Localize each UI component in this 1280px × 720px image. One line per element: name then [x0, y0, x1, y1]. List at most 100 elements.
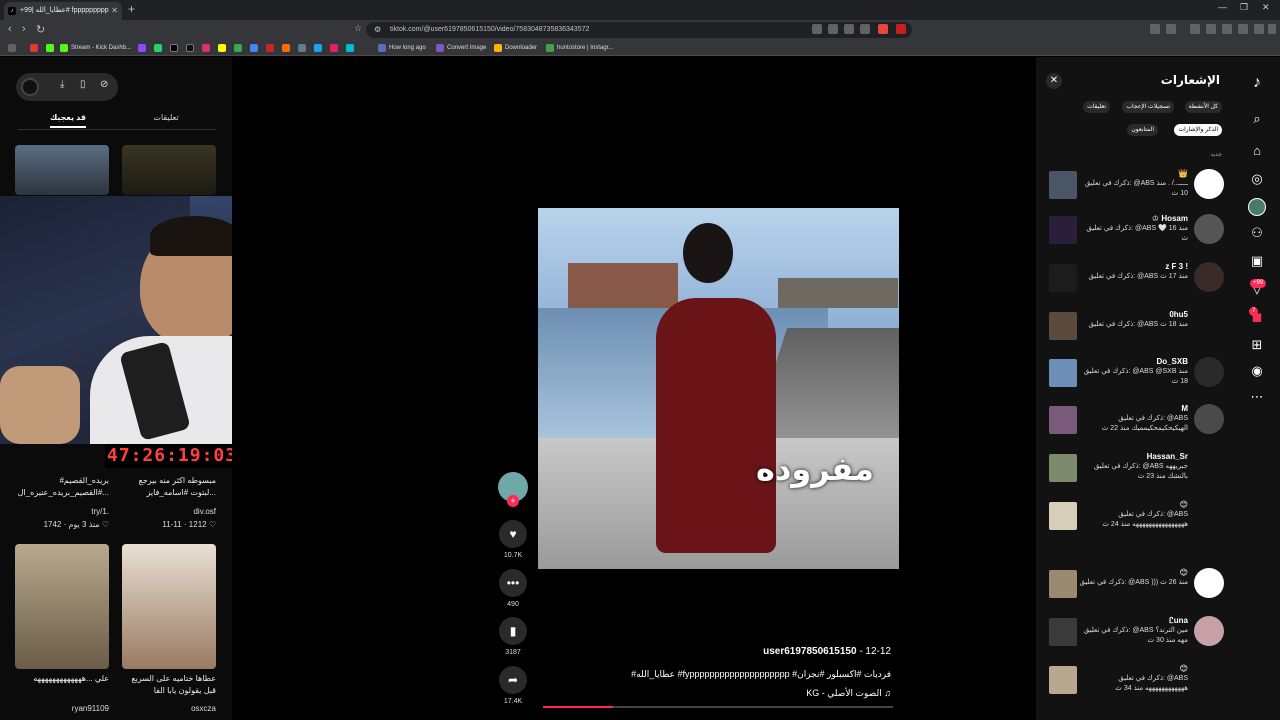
notification-item[interactable]: M ذكرك في تعليق: @ABS الهيكيحكيمحكيمميك م…: [1036, 404, 1234, 448]
video-thumbnail[interactable]: [122, 544, 216, 669]
author-name[interactable]: user6197850615150: [763, 646, 856, 657]
notification-user[interactable]: Hassan_Sr: [1147, 452, 1188, 461]
filter-followers[interactable]: المتابعون: [1127, 124, 1158, 136]
tab-comments[interactable]: تعليقات: [118, 113, 214, 122]
compass-icon[interactable]: ⊘: [100, 79, 108, 90]
bookmark-convert-image[interactable]: Convert Image: [436, 42, 486, 54]
video-description[interactable]: #عطايا_الله #fypppppppppppppppppppp #فرد…: [600, 669, 891, 680]
avatar[interactable]: [1194, 616, 1224, 646]
share-icon[interactable]: ➦: [499, 666, 527, 694]
video-user[interactable]: div.osf: [193, 507, 216, 516]
video-user[interactable]: osxcza: [191, 704, 216, 713]
avatar[interactable]: [1194, 310, 1224, 340]
filter-mentions[interactable]: الذكر والإشارات: [1174, 124, 1222, 136]
close-icon[interactable]: ✕: [1046, 73, 1062, 89]
kick-bookmark-icon[interactable]: [46, 44, 54, 52]
comment-icon[interactable]: •••: [499, 569, 527, 597]
tiktok-bookmark-icon[interactable]: [186, 44, 194, 52]
minimize-icon[interactable]: —: [1218, 2, 1227, 12]
notification-item[interactable]: 😊 ذكرك في تعليق: @ABS ))) منذ 26 ث: [1036, 568, 1234, 612]
notification-user[interactable]: z F 3 !: [1165, 262, 1188, 271]
video-thumbnail[interactable]: [1049, 312, 1077, 340]
bookmark-icon[interactable]: [282, 44, 290, 52]
notification-user[interactable]: 😊: [1180, 568, 1188, 577]
share-button[interactable]: ➦ 17.4K: [498, 666, 528, 705]
notification-user[interactable]: 😊: [1180, 664, 1188, 673]
reload-icon[interactable]: ↻: [36, 23, 45, 36]
back-icon[interactable]: ‹: [8, 23, 12, 35]
notification-user[interactable]: 😊: [1180, 500, 1188, 509]
video-user[interactable]: ryan91109: [72, 704, 109, 713]
avatar[interactable]: [1194, 500, 1224, 530]
avatar[interactable]: [1194, 568, 1224, 598]
creator-avatar[interactable]: +: [498, 472, 528, 507]
avatar[interactable]: [21, 78, 39, 96]
bookmark-kick-dashboard[interactable]: Stream - Kick Dashb...: [60, 42, 131, 54]
bookmark-star-icon[interactable]: ☆: [354, 23, 362, 34]
more-icon[interactable]: ⋯: [1247, 387, 1267, 407]
video-title[interactable]: علي ...هههههههههههههه: [13, 673, 109, 685]
bookmark-icon[interactable]: [298, 44, 306, 52]
download-icon[interactable]: ⤓: [60, 79, 64, 90]
notification-item[interactable]: Hassan_Sr ذكرك في تعليق: @ABS جبريههه بال…: [1036, 452, 1234, 496]
video-progress-bar[interactable]: [543, 706, 893, 708]
whatsapp-bookmark-icon[interactable]: [154, 44, 162, 52]
bookmark-downloader[interactable]: Downloader: [494, 42, 537, 54]
video-thumbnail[interactable]: [1049, 502, 1077, 530]
notification-user[interactable]: Ꮭuna: [1169, 616, 1188, 626]
avatar[interactable]: [1194, 357, 1224, 387]
zoom-icon[interactable]: [844, 24, 854, 34]
new-tab-button[interactable]: +: [128, 2, 135, 16]
x-bookmark-icon[interactable]: [170, 44, 178, 52]
extension-icon[interactable]: [1238, 24, 1248, 34]
filter-all-activity[interactable]: كل الأنشطة: [1184, 101, 1222, 113]
avatar[interactable]: [1194, 664, 1224, 694]
apps-icon[interactable]: [8, 44, 16, 52]
forward-icon[interactable]: ›: [22, 23, 26, 35]
restore-icon[interactable]: ❐: [1240, 2, 1248, 13]
phone-icon[interactable]: ▯: [80, 79, 86, 90]
extension-icon[interactable]: [1150, 24, 1160, 34]
extension-icon[interactable]: [812, 24, 822, 34]
video-thumbnail[interactable]: [1049, 264, 1077, 292]
avatar[interactable]: [1194, 262, 1224, 292]
bookmark-icon[interactable]: [346, 44, 354, 52]
twitch-bookmark-icon[interactable]: [138, 44, 146, 52]
sound-name[interactable]: KG - الصوت الأصلي: [806, 688, 881, 698]
video-title[interactable]: #بريده_القصيم #القصيم_بريده_عنيزه_ال...: [13, 475, 109, 499]
bookmark-icon[interactable]: ▮: [499, 617, 527, 645]
notification-item[interactable]: Ꮭuna ذكرك في تعليق: @ABS مين الترند؟مهه م…: [1036, 616, 1234, 660]
notification-item[interactable]: 😊 ذكرك في تعليق: @ABS ههههههههههههههههه م…: [1036, 500, 1234, 544]
notification-item[interactable]: 😊 ذكرك في تعليق: @ABS ههههههههههههه منذ 3…: [1036, 664, 1234, 708]
notification-user[interactable]: 👑: [1178, 169, 1188, 178]
bookmark-how-long-ago[interactable]: How long ago: [378, 42, 426, 54]
home-icon[interactable]: ⌂: [1247, 141, 1267, 161]
extension-icon[interactable]: [1166, 24, 1176, 34]
video-author-line[interactable]: user6197850615150 - 12-12: [760, 646, 891, 657]
notification-user[interactable]: 0hu5: [1169, 310, 1188, 319]
filter-comments[interactable]: تعليقات: [1083, 101, 1110, 113]
video-thumbnail[interactable]: [15, 145, 109, 195]
wallet-icon[interactable]: [1254, 24, 1264, 34]
video-thumbnail[interactable]: [1049, 570, 1077, 598]
bookmark-icon[interactable]: [314, 44, 322, 52]
video-title[interactable]: عطاها ختاميه على السريع قبل يقولون يابا …: [120, 673, 216, 697]
heart-icon[interactable]: ♥: [499, 520, 527, 548]
share-icon[interactable]: [860, 24, 870, 34]
bookmark-icon[interactable]: [250, 44, 258, 52]
tiktok-logo-icon[interactable]: ♪: [1247, 73, 1267, 93]
like-button[interactable]: ♥ 10.7K: [498, 520, 528, 559]
media-icon[interactable]: [1190, 24, 1200, 34]
notification-item[interactable]: 0hu5 ذكرك في تعليق: @ABS منذ 18 ث: [1036, 310, 1234, 354]
snapchat-bookmark-icon[interactable]: [218, 44, 226, 52]
video-thumbnail[interactable]: [1049, 171, 1077, 199]
sidebar-icon[interactable]: [1206, 24, 1216, 34]
bookmark-icon[interactable]: [330, 44, 338, 52]
save-button[interactable]: ▮ 3187: [498, 617, 528, 656]
extension-icon[interactable]: [1222, 24, 1232, 34]
video-player[interactable]: [538, 208, 899, 569]
video-title[interactable]: مبسوطه اكثر منه بيرجع لبتوت #اسامه_فايز.…: [120, 475, 216, 499]
site-info-icon[interactable]: ⚙: [374, 22, 381, 38]
filter-likes[interactable]: تسجيلات الإعجاب: [1122, 101, 1174, 113]
video-user[interactable]: try/1.: [91, 507, 109, 516]
